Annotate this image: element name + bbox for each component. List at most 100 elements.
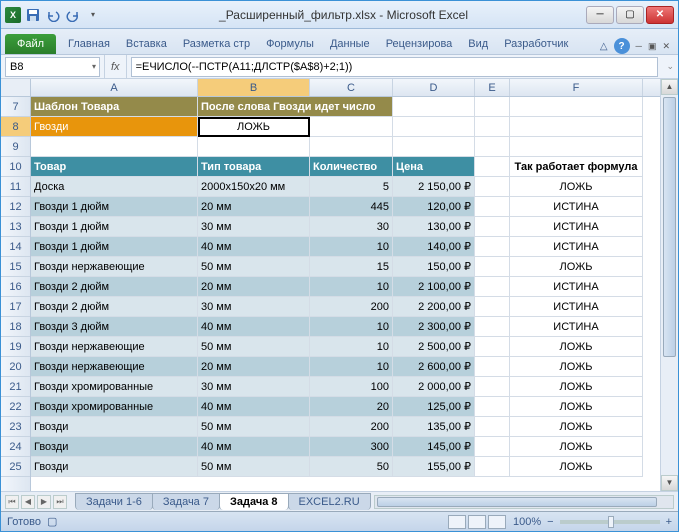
cell[interactable]: ЛОЖЬ [510,357,643,377]
cell[interactable]: 40 мм [198,317,310,337]
cell[interactable] [393,137,475,157]
name-box[interactable]: B8 [5,57,100,77]
cell[interactable]: 50 мм [198,257,310,277]
cell[interactable]: 20 мм [198,357,310,377]
col-header[interactable]: D [393,79,475,96]
cell[interactable]: ЛОЖЬ [510,177,643,197]
cell[interactable] [475,177,510,197]
cell[interactable]: Гвозди хромированные [31,397,198,417]
sheet-tab[interactable]: Задача 7 [152,493,220,510]
ribbon-tab[interactable]: Вставка [118,34,175,54]
cell[interactable]: 30 мм [198,217,310,237]
row-header[interactable]: 12 [1,197,30,217]
cell[interactable]: 130,00 ₽ [393,217,475,237]
cell[interactable]: 2 000,00 ₽ [393,377,475,397]
cell[interactable] [393,117,475,137]
ribbon-min-icon[interactable]: △ [600,41,608,52]
maximize-button[interactable]: ▢ [616,6,644,24]
col-header[interactable]: B [198,79,310,96]
cell[interactable] [475,377,510,397]
formula-expand-icon[interactable]: ⌄ [662,61,678,72]
cell[interactable]: ЛОЖЬ [510,457,643,477]
hscroll-thumb[interactable] [377,497,657,507]
cell[interactable] [475,137,510,157]
cell[interactable]: 150,00 ₽ [393,257,475,277]
view-normal-icon[interactable] [448,515,466,529]
cell[interactable]: ЛОЖЬ [198,117,310,137]
col-header[interactable]: E [475,79,510,96]
cell[interactable]: ЛОЖЬ [510,437,643,457]
cell[interactable] [310,117,393,137]
cell[interactable]: ЛОЖЬ [510,377,643,397]
row-header[interactable]: 25 [1,457,30,477]
cell[interactable]: Гвозди [31,117,198,137]
cell[interactable]: Гвозди нержавеющие [31,337,198,357]
ribbon-tab[interactable]: Разработчик [496,34,576,54]
cell[interactable]: ИСТИНА [510,237,643,257]
cell[interactable]: 20 мм [198,197,310,217]
cell[interactable] [510,137,643,157]
scroll-thumb[interactable] [663,97,676,357]
cell[interactable]: ИСТИНА [510,317,643,337]
cell[interactable]: Гвозди 2 дюйм [31,297,198,317]
workbook-close-icon[interactable]: ✕ [662,41,670,52]
cell[interactable]: Гвозди 3 дюйм [31,317,198,337]
close-button[interactable]: ✕ [646,6,674,24]
cell[interactable]: 40 мм [198,437,310,457]
row-header[interactable]: 21 [1,377,30,397]
cell[interactable]: 120,00 ₽ [393,197,475,217]
macro-record-icon[interactable]: ▢ [47,515,57,528]
row-header[interactable]: 7 [1,97,30,117]
row-header[interactable]: 22 [1,397,30,417]
cell[interactable]: 50 мм [198,337,310,357]
cell[interactable]: 40 мм [198,237,310,257]
cell[interactable]: Гвозди 2 дюйм [31,277,198,297]
ribbon-tab[interactable]: Рецензирова [378,34,461,54]
horizontal-scrollbar[interactable] [374,495,674,509]
cell[interactable]: Гвозди [31,417,198,437]
col-header[interactable]: C [310,79,393,96]
cell[interactable]: 30 мм [198,297,310,317]
cell[interactable]: 10 [310,357,393,377]
cell[interactable]: После слова Гвозди идет число [198,97,393,117]
row-header[interactable]: 18 [1,317,30,337]
cell[interactable]: 50 мм [198,417,310,437]
cell[interactable]: Гвозди 1 дюйм [31,197,198,217]
cell[interactable] [475,397,510,417]
sheet-nav-next-icon[interactable]: ▶ [37,495,51,509]
sheet-nav-last-icon[interactable]: ⏭ [53,495,67,509]
col-header[interactable]: F [510,79,643,96]
row-header[interactable]: 13 [1,217,30,237]
cell[interactable] [510,117,643,137]
zoom-level[interactable]: 100% [513,516,541,528]
cell[interactable]: Товар [31,157,198,177]
cell[interactable] [475,437,510,457]
zoom-knob[interactable] [608,516,614,528]
cell[interactable]: 20 [310,397,393,417]
cell[interactable] [475,317,510,337]
row-header[interactable]: 24 [1,437,30,457]
cell[interactable]: 10 [310,237,393,257]
cell[interactable]: 200 [310,417,393,437]
ribbon-tab[interactable]: Данные [322,34,378,54]
cell[interactable]: ИСТИНА [510,197,643,217]
cell[interactable] [475,217,510,237]
cell[interactable]: Гвозди 1 дюйм [31,237,198,257]
cell[interactable]: Гвозди [31,457,198,477]
cell[interactable]: ЛОЖЬ [510,257,643,277]
sheet-tab[interactable]: EXCEL2.RU [288,493,371,510]
sheet-tab[interactable]: Задачи 1-6 [75,493,153,510]
scroll-down-icon[interactable]: ▼ [661,475,678,491]
cell[interactable]: Цена [393,157,475,177]
row-header[interactable]: 16 [1,277,30,297]
view-pagebreak-icon[interactable] [488,515,506,529]
save-icon[interactable] [25,7,41,23]
cell[interactable] [475,117,510,137]
sheet-nav-prev-icon[interactable]: ◀ [21,495,35,509]
cell[interactable]: 100 [310,377,393,397]
cell[interactable]: 50 мм [198,457,310,477]
row-header[interactable]: 10 [1,157,30,177]
cell[interactable]: ЛОЖЬ [510,417,643,437]
ribbon-tab[interactable]: Главная [60,34,118,54]
cell[interactable] [475,237,510,257]
